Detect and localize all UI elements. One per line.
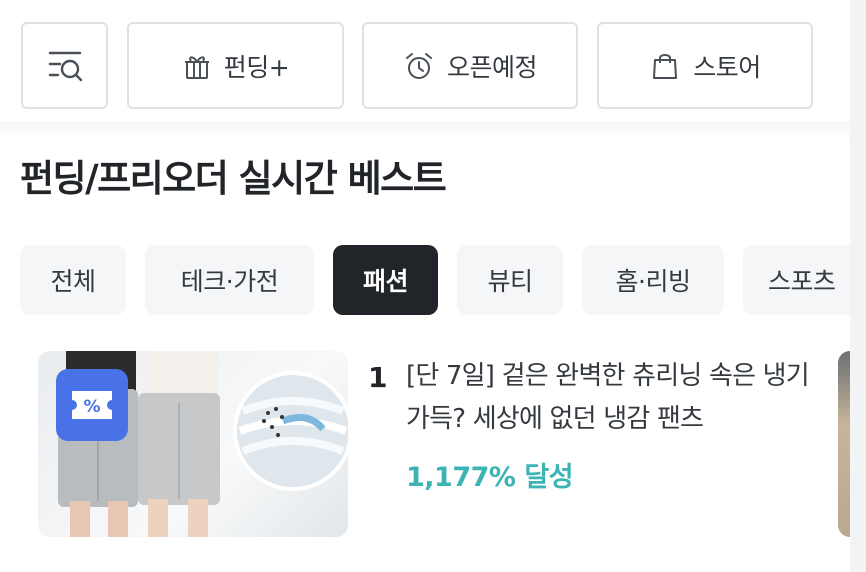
product-title[interactable]: [단 7일] 겉은 완벽한 츄리닝 속은 냉기 가득? 세상에 없던 냉감 팬츠 [406,355,826,441]
store-button[interactable]: 스토어 [597,22,813,109]
coming-soon-label: 오픈예정 [446,52,538,82]
tab-tech-appliance[interactable]: 테크·가전 [145,245,314,315]
search-list-icon [48,51,82,81]
tab-beauty[interactable]: 뷰티 [457,245,563,315]
tab-all[interactable]: 전체 [20,245,126,315]
coupon-badge: % [56,369,128,441]
product-card[interactable]: % 1 [단 7일] 겉은 완벽한 츄리닝 속은 냉기 가득? 세상에 없던 냉… [38,351,828,537]
next-product-image[interactable] [838,351,850,537]
category-search-button[interactable] [21,22,108,109]
category-tabs: 전체 테크·가전 패션 뷰티 홈·리빙 스포츠 [20,245,866,315]
gift-icon [184,55,209,79]
product-rank: 1 [368,361,388,394]
alarm-clock-icon [405,52,432,79]
store-label: 스토어 [693,52,761,82]
funding-plus-label: 펀딩+ [223,52,290,82]
product-image[interactable]: % [38,351,348,537]
svg-text:%: % [83,397,100,417]
shopping-bag-icon [653,53,678,79]
top-navigation: 펀딩+ 오픈예정 스토어 [0,0,850,130]
coming-soon-button[interactable]: 오픈예정 [362,22,578,109]
coupon-icon: % [72,391,112,419]
tab-sports[interactable]: 스포츠 [743,245,866,315]
scroll-edge [850,0,866,572]
header-divider [0,122,850,140]
section-title: 펀딩/프리오더 실시간 베스트 [20,157,447,200]
funding-plus-button[interactable]: 펀딩+ [127,22,344,109]
tab-fashion[interactable]: 패션 [333,245,438,315]
achievement-rate: 1,177% 달성 [406,462,574,493]
tab-home-living[interactable]: 홈·리빙 [582,245,724,315]
